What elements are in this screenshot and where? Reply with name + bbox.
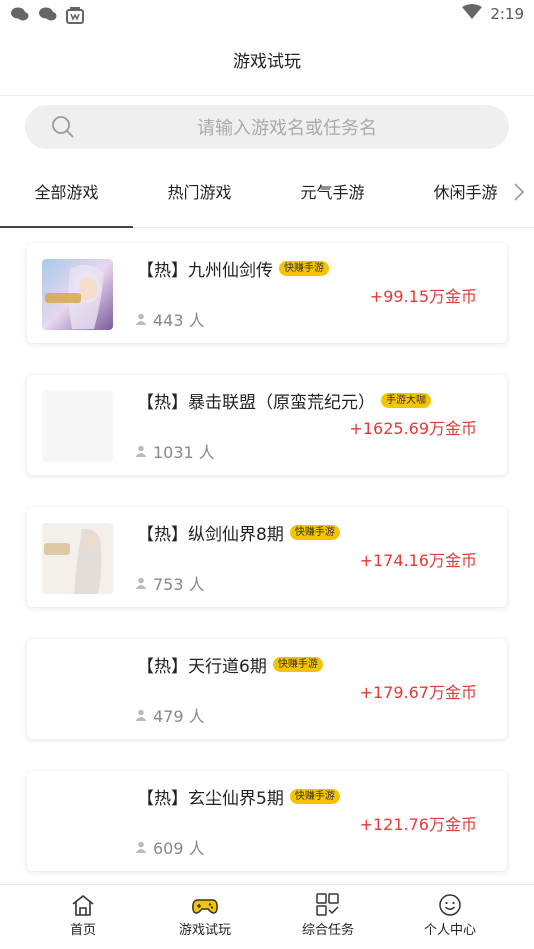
game-thumbnail bbox=[42, 787, 113, 858]
bottom-navigation: 首页 游戏试玩 综合任务 个人中心 bbox=[0, 884, 534, 949]
player-count-text: 753 人 bbox=[153, 575, 205, 594]
gamepad-icon bbox=[145, 893, 265, 917]
smiley-icon bbox=[390, 893, 510, 917]
player-count-text: 443 人 bbox=[153, 311, 205, 330]
game-title-text: 【热】天行道6期 bbox=[137, 657, 267, 677]
nav-tasks-label: 综合任务 bbox=[301, 923, 354, 938]
user-icon bbox=[135, 310, 147, 329]
nav-game-trial[interactable]: 游戏试玩 bbox=[145, 893, 265, 938]
page-header: 游戏试玩 bbox=[0, 30, 534, 96]
game-reward: +1625.69万金币 bbox=[349, 419, 477, 438]
list-item[interactable]: 【热】玄尘仙界5期 快赚手游 +121.76万金币 609 人 bbox=[27, 771, 507, 871]
home-icon bbox=[23, 893, 143, 917]
shopping-bag-icon bbox=[66, 6, 86, 24]
grid-tasks-icon bbox=[268, 893, 388, 917]
wechat-icon bbox=[38, 6, 58, 22]
nav-game-trial-label: 游戏试玩 bbox=[178, 923, 231, 938]
player-count: 1031 人 bbox=[135, 439, 215, 463]
game-list: 【热】九州仙剑传 快赚手游 +99.15万金币 443 人 【热】暴击联盟（原蛮… bbox=[0, 228, 534, 884]
player-count: 753 人 bbox=[135, 571, 205, 595]
status-time: 2:19 bbox=[490, 5, 524, 23]
list-item[interactable]: 【热】暴击联盟（原蛮荒纪元） 手游大咖 +1625.69万金币 1031 人 bbox=[27, 375, 507, 475]
user-icon bbox=[135, 706, 147, 725]
game-title: 【热】纵剑仙界8期 快赚手游 bbox=[137, 520, 340, 545]
game-reward: +121.76万金币 bbox=[359, 815, 477, 834]
list-item[interactable]: 【热】纵剑仙界8期 快赚手游 +174.16万金币 753 人 bbox=[27, 507, 507, 607]
user-icon bbox=[135, 574, 147, 593]
status-bar: 2:19 bbox=[0, 0, 534, 30]
game-thumbnail bbox=[42, 655, 113, 726]
nav-profile[interactable]: 个人中心 bbox=[390, 893, 510, 938]
search-input[interactable]: 请输入游戏名或任务名 bbox=[25, 105, 509, 149]
game-reward: +99.15万金币 bbox=[369, 287, 477, 306]
chevron-right-icon[interactable] bbox=[512, 180, 526, 208]
game-badge: 快赚手游 bbox=[279, 261, 329, 276]
search-bar: 请输入游戏名或任务名 bbox=[0, 96, 534, 158]
player-count: 443 人 bbox=[135, 307, 205, 331]
game-title-text: 【热】九州仙剑传 bbox=[137, 261, 273, 281]
game-title: 【热】九州仙剑传 快赚手游 bbox=[137, 256, 329, 281]
search-icon bbox=[51, 115, 75, 143]
game-reward: +179.67万金币 bbox=[359, 683, 477, 702]
game-thumbnail bbox=[42, 259, 113, 330]
tab-hot-games[interactable]: 热门游戏 bbox=[133, 158, 266, 228]
game-badge: 快赚手游 bbox=[272, 657, 323, 672]
wechat-icon bbox=[10, 6, 30, 22]
game-title: 【热】玄尘仙界5期 快赚手游 bbox=[137, 784, 340, 809]
game-badge: 手游大咖 bbox=[381, 393, 431, 408]
nav-tasks[interactable]: 综合任务 bbox=[268, 893, 388, 938]
player-count-text: 609 人 bbox=[153, 839, 205, 858]
nav-home[interactable]: 首页 bbox=[23, 893, 143, 938]
game-reward: +174.16万金币 bbox=[359, 551, 477, 570]
game-title-text: 【热】玄尘仙界5期 bbox=[137, 789, 284, 809]
game-badge: 快赚手游 bbox=[289, 525, 340, 540]
user-icon bbox=[135, 838, 147, 857]
wifi-icon bbox=[462, 4, 483, 24]
player-count-text: 479 人 bbox=[153, 707, 205, 726]
player-count-text: 1031 人 bbox=[153, 443, 215, 462]
game-title: 【热】天行道6期 快赚手游 bbox=[137, 652, 323, 677]
game-thumbnail bbox=[42, 391, 113, 462]
page-title: 游戏试玩 bbox=[233, 52, 301, 72]
game-title: 【热】暴击联盟（原蛮荒纪元） 手游大咖 bbox=[137, 388, 431, 413]
tab-all-games[interactable]: 全部游戏 bbox=[0, 158, 133, 228]
category-tabs: 全部游戏 热门游戏 元气手游 休闲手游 bbox=[0, 158, 534, 228]
player-count: 609 人 bbox=[135, 835, 205, 859]
nav-profile-label: 个人中心 bbox=[423, 923, 476, 938]
game-thumbnail bbox=[42, 523, 113, 594]
user-icon bbox=[135, 442, 147, 461]
game-badge: 快赚手游 bbox=[289, 789, 340, 804]
game-title-text: 【热】暴击联盟（原蛮荒纪元） bbox=[137, 393, 375, 413]
player-count: 479 人 bbox=[135, 703, 205, 727]
nav-home-label: 首页 bbox=[69, 923, 96, 938]
search-placeholder: 请输入游戏名或任务名 bbox=[197, 118, 377, 139]
list-item[interactable]: 【热】天行道6期 快赚手游 +179.67万金币 479 人 bbox=[27, 639, 507, 739]
tab-yuanqi-games[interactable]: 元气手游 bbox=[266, 158, 399, 228]
game-title-text: 【热】纵剑仙界8期 bbox=[137, 525, 284, 545]
list-item[interactable]: 【热】九州仙剑传 快赚手游 +99.15万金币 443 人 bbox=[27, 243, 507, 343]
